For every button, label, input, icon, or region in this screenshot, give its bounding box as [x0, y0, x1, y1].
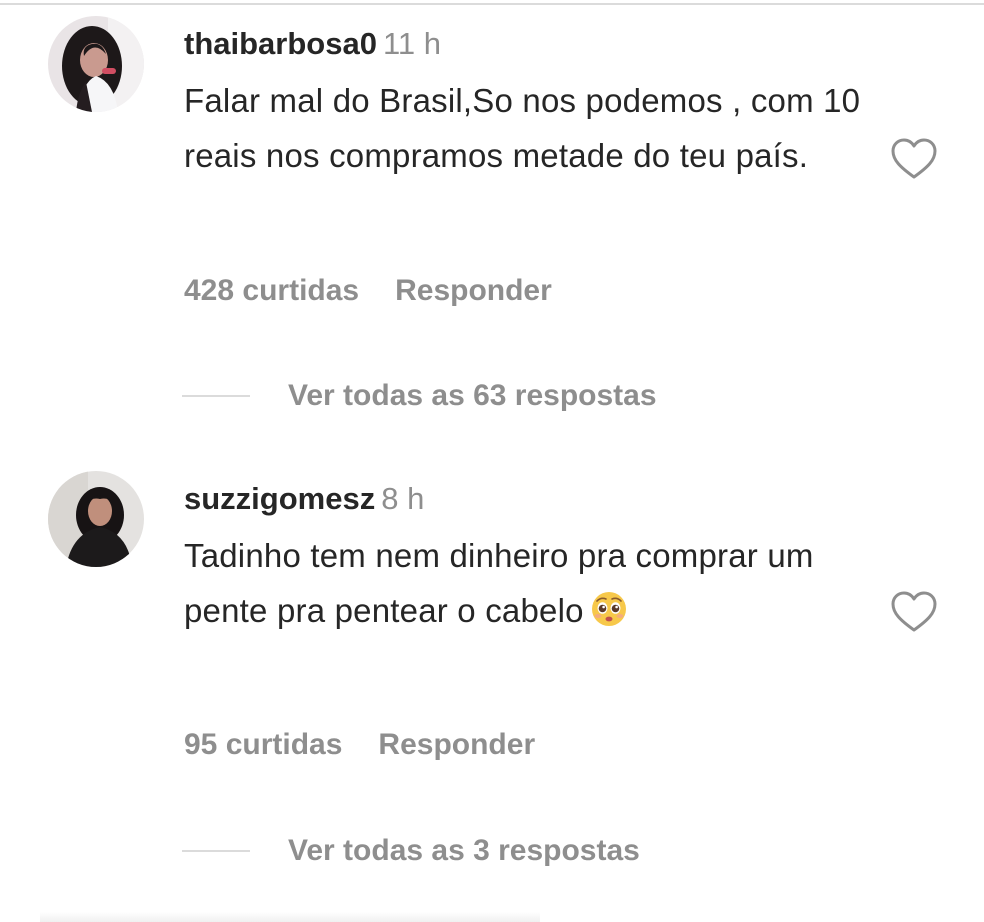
view-replies-button[interactable]: Ver todas as 3 respostas — [182, 831, 640, 871]
comment-text: Falar mal do Brasil,So nos podemos , com… — [184, 82, 861, 174]
cropped-next-comment — [40, 912, 540, 922]
like-count[interactable]: 428 curtidas — [184, 274, 359, 307]
avatar[interactable] — [48, 471, 144, 567]
comment-username[interactable]: thaibarbosa0 — [184, 26, 377, 61]
replies-divider-line — [182, 395, 250, 397]
comment-text-content: Tadinho tem nem dinheiro pra comprar um … — [184, 537, 814, 629]
comment-timestamp[interactable]: 8 h — [381, 481, 424, 516]
like-count[interactable]: 95 curtidas — [184, 728, 342, 761]
top-divider — [0, 3, 984, 5]
comment-text: Tadinho tem nem dinheiro pra comprar um … — [184, 528, 874, 644]
reply-button[interactable]: Responder — [378, 728, 535, 761]
avatar-image — [48, 471, 144, 567]
pleading-face-emoji — [590, 589, 628, 644]
view-replies-label: Ver todas as 3 respostas — [288, 834, 640, 867]
avatar-image — [48, 16, 144, 112]
replies-divider-line — [182, 850, 250, 852]
reply-button[interactable]: Responder — [395, 274, 552, 307]
view-replies-label: Ver todas as 63 respostas — [288, 379, 657, 412]
comment-timestamp[interactable]: 11 h — [383, 26, 441, 61]
avatar[interactable] — [48, 16, 144, 112]
view-replies-button[interactable]: Ver todas as 63 respostas — [182, 376, 657, 416]
like-heart-icon[interactable] — [890, 137, 938, 181]
comment-username[interactable]: suzzigomesz — [184, 481, 375, 516]
like-heart-icon[interactable] — [890, 590, 938, 634]
